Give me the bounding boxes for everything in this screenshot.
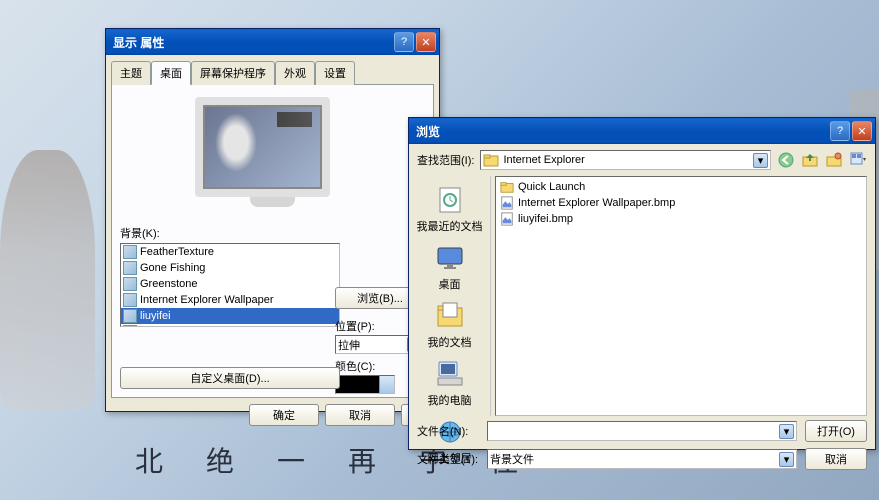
file-name: Internet Explorer Wallpaper.bmp	[518, 197, 675, 209]
customize-desktop-button[interactable]: 自定义桌面(D)...	[120, 367, 340, 389]
chevron-down-icon: ▾	[779, 424, 794, 439]
monitor-stand	[250, 197, 295, 207]
help-button[interactable]: ?	[830, 121, 850, 141]
folder-icon	[500, 180, 514, 194]
views-icon[interactable]	[849, 151, 867, 169]
look-in-value: Internet Explorer	[503, 154, 584, 166]
list-item[interactable]: Gone Fishing	[121, 260, 339, 276]
browse-toolbar: 查找范围(I): Internet Explorer ▾	[409, 144, 875, 176]
list-item[interactable]: Prairie Wind	[121, 324, 339, 327]
close-button[interactable]: ✕	[416, 32, 436, 52]
monitor-preview	[195, 97, 350, 217]
filename-combo[interactable]: ▾	[487, 421, 797, 441]
documents-icon	[434, 300, 466, 332]
list-item[interactable]: liuyifei	[121, 308, 339, 324]
bmp-icon	[500, 196, 514, 210]
file-item[interactable]: Internet Explorer Wallpaper.bmp	[498, 195, 864, 211]
filetype-combo[interactable]: 背景文件 ▾	[487, 449, 797, 469]
file-list[interactable]: Quick Launch Internet Explorer Wallpaper…	[495, 176, 867, 416]
filename-label: 文件名(N):	[417, 423, 479, 439]
place-label: 我的文档	[413, 334, 487, 350]
file-item[interactable]: Quick Launch	[498, 179, 864, 195]
place-documents[interactable]: 我的文档	[413, 296, 487, 354]
wallpaper-icon	[123, 261, 137, 275]
list-item[interactable]: Greenstone	[121, 276, 339, 292]
wallpaper-icon	[123, 293, 137, 307]
look-in-label: 查找范围(I):	[417, 152, 474, 168]
display-properties-dialog: 显示 属性 ? ✕ 主题 桌面 屏幕保护程序 外观 设置 背景(K): Feat…	[105, 28, 440, 412]
chevron-down-icon	[379, 376, 394, 393]
wallpaper-icon	[123, 277, 137, 291]
filename-input[interactable]	[490, 423, 779, 439]
list-item-label: Internet Explorer Wallpaper	[140, 294, 274, 306]
dialog-buttons: 确定 取消 应	[106, 398, 439, 426]
tab-screensaver[interactable]: 屏幕保护程序	[191, 61, 275, 85]
place-label: 我最近的文档	[413, 218, 487, 234]
place-computer[interactable]: 我的电脑	[413, 354, 487, 412]
desktop-icon	[434, 242, 466, 274]
back-icon[interactable]	[777, 151, 795, 169]
list-item-label: Prairie Wind	[140, 326, 200, 327]
color-picker[interactable]	[335, 375, 395, 394]
open-button[interactable]: 打开(O)	[805, 420, 867, 442]
places-bar: 我最近的文档 桌面 我的文档 我的电脑 网上邻居	[409, 176, 491, 416]
browse-dialog: 浏览 ? ✕ 查找范围(I): Internet Explorer ▾ 我最近的…	[408, 117, 876, 450]
ok-button[interactable]: 确定	[249, 404, 319, 426]
chevron-down-icon: ▾	[779, 452, 794, 467]
background-list[interactable]: FeatherTexture Gone Fishing Greenstone I…	[120, 243, 340, 327]
place-recent[interactable]: 我最近的文档	[413, 180, 487, 238]
wallpaper-icon	[123, 309, 137, 323]
bmp-icon	[500, 212, 514, 226]
monitor-screen	[195, 97, 330, 197]
browse-body: 我最近的文档 桌面 我的文档 我的电脑 网上邻居 Quick Laun	[409, 176, 875, 416]
list-item-label: Gone Fishing	[140, 262, 205, 274]
list-item[interactable]: FeatherTexture	[121, 244, 339, 260]
file-item[interactable]: liuyifei.bmp	[498, 211, 864, 227]
list-item-label: Greenstone	[140, 278, 197, 290]
wallpaper-figure-left	[0, 150, 95, 410]
browse-titlebar[interactable]: 浏览 ? ✕	[409, 118, 875, 144]
list-item-label: liuyifei	[140, 310, 171, 322]
browse-title: 浏览	[412, 123, 830, 140]
wallpaper-icon	[123, 325, 137, 327]
look-in-combo[interactable]: Internet Explorer ▾	[480, 150, 771, 170]
up-folder-icon[interactable]	[801, 151, 819, 169]
folder-icon	[483, 152, 499, 168]
tab-settings[interactable]: 设置	[315, 61, 355, 85]
display-properties-titlebar[interactable]: 显示 属性 ? ✕	[106, 29, 439, 55]
display-properties-title: 显示 属性	[109, 34, 394, 51]
computer-icon	[434, 358, 466, 390]
tab-themes[interactable]: 主题	[111, 61, 151, 85]
chevron-down-icon: ▾	[753, 153, 768, 168]
position-value: 拉伸	[338, 337, 360, 353]
tab-strip: 主题 桌面 屏幕保护程序 外观 设置	[111, 61, 434, 85]
list-item-label: FeatherTexture	[140, 246, 214, 258]
cancel-button[interactable]: 取消	[325, 404, 395, 426]
recent-icon	[434, 184, 466, 216]
file-name: Quick Launch	[518, 181, 585, 193]
filetype-label: 文件类型(T):	[417, 451, 479, 467]
tab-body: 背景(K): FeatherTexture Gone Fishing Green…	[111, 85, 434, 398]
close-button[interactable]: ✕	[852, 121, 872, 141]
place-label: 我的电脑	[413, 392, 487, 408]
help-button[interactable]: ?	[394, 32, 414, 52]
list-item[interactable]: Internet Explorer Wallpaper	[121, 292, 339, 308]
file-name: liuyifei.bmp	[518, 213, 573, 225]
cancel-button[interactable]: 取消	[805, 448, 867, 470]
wallpaper-icon	[123, 245, 137, 259]
place-desktop[interactable]: 桌面	[413, 238, 487, 296]
tab-desktop[interactable]: 桌面	[151, 61, 191, 85]
tab-appearance[interactable]: 外观	[275, 61, 315, 85]
filetype-value: 背景文件	[490, 451, 534, 467]
place-label: 桌面	[413, 276, 487, 292]
new-folder-icon[interactable]	[825, 151, 843, 169]
